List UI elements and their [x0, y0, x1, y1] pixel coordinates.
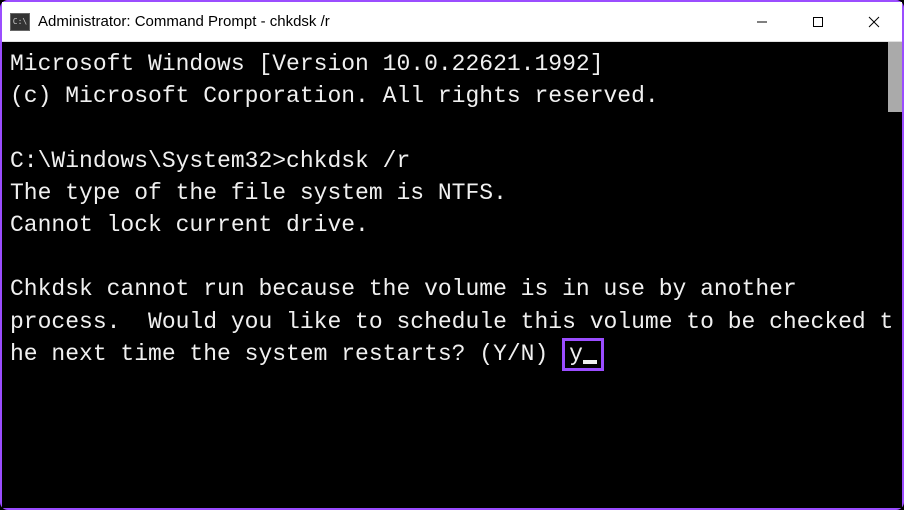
command-text: chkdsk /r	[286, 148, 410, 174]
cmd-icon: C:\	[10, 13, 30, 31]
chkdsk-msg-line1: Chkdsk cannot run because the volume is …	[10, 276, 797, 302]
prompt-path: C:\Windows\System32>	[10, 148, 286, 174]
version-line: Microsoft Windows [Version 10.0.22621.19…	[10, 51, 604, 77]
user-input-highlight: y	[562, 338, 604, 372]
maximize-icon	[812, 16, 824, 28]
fs-type-line: The type of the file system is NTFS.	[10, 180, 507, 206]
minimize-icon	[756, 16, 768, 28]
window-title: Administrator: Command Prompt - chkdsk /…	[38, 13, 734, 30]
copyright-line: (c) Microsoft Corporation. All rights re…	[10, 83, 659, 109]
lock-error-line: Cannot lock current drive.	[10, 212, 369, 238]
titlebar: C:\ Administrator: Command Prompt - chkd…	[2, 2, 902, 42]
chkdsk-msg-line2: process. Would you like to schedule this…	[10, 309, 893, 367]
user-input[interactable]: y	[569, 341, 583, 367]
scrollbar[interactable]	[888, 42, 902, 112]
cursor-icon	[583, 360, 597, 364]
window-controls	[734, 2, 902, 41]
minimize-button[interactable]	[734, 2, 790, 41]
maximize-button[interactable]	[790, 2, 846, 41]
close-icon	[868, 16, 880, 28]
console-output[interactable]: Microsoft Windows [Version 10.0.22621.19…	[2, 42, 902, 508]
close-button[interactable]	[846, 2, 902, 41]
